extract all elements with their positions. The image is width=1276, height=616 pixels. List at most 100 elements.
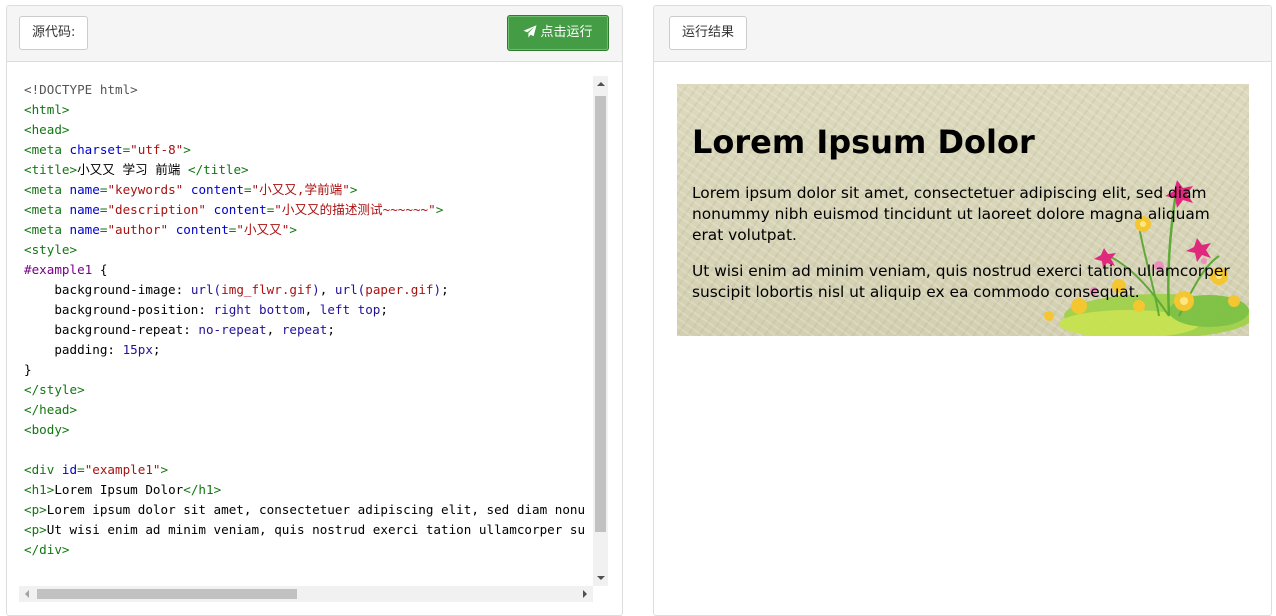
code-token-val: right bottom [213, 302, 305, 317]
code-token-prop: background-repeat: [24, 322, 199, 337]
code-token-tag: <p> [24, 502, 47, 517]
code-token-attr: name [69, 202, 100, 217]
example1-preview: Lorem Ipsum Dolor Lorem ipsum dolor sit … [677, 84, 1249, 336]
code-token-tag: <html> [24, 102, 70, 117]
code-line: <title>小又又 学习 前端 </title> [24, 160, 599, 180]
horizontal-scroll-thumb[interactable] [37, 589, 297, 599]
code-line: padding: 15px; [24, 340, 599, 360]
code-token-attr: id [61, 462, 78, 477]
code-text[interactable]: <!DOCTYPE html> <html> <head> <meta charset… [24, 80, 599, 580]
code-token-prop: , [266, 322, 282, 337]
code-token-txt: Ut wisi enim ad minim veniam, quis nostr… [46, 522, 586, 537]
code-token-tag: <div [24, 462, 62, 477]
source-code-label: 源代码: [19, 16, 89, 50]
code-token-str: "author" [107, 222, 169, 237]
code-token-val: ) [312, 282, 320, 297]
code-token-val: left top [319, 302, 381, 317]
code-token-tag [168, 222, 176, 237]
code-token-txt: Lorem ipsum dolor sit amet, consectetuer… [46, 502, 586, 517]
result-heading: Lorem Ipsum Dolor [692, 123, 1035, 161]
code-token-tag [206, 202, 214, 217]
code-token-tag: > [289, 222, 297, 237]
code-line: <div id="example1"> [24, 460, 599, 480]
code-token-prop: background-image: [24, 282, 191, 297]
code-token-tag: = [77, 462, 85, 477]
code-token-tag: </div> [24, 542, 70, 557]
code-token-tag: <meta [24, 182, 70, 197]
code-line: background-repeat: no-repeat, repeat; [24, 320, 599, 340]
code-token-tag: > [160, 462, 169, 477]
vertical-scroll-thumb[interactable] [595, 96, 606, 532]
code-token-tag: <title> [24, 162, 78, 177]
code-token-prop: , [319, 282, 335, 297]
code-line: #example1 { [24, 260, 599, 280]
scroll-right-arrow-icon[interactable] [583, 590, 587, 598]
code-token-val: url( [190, 282, 222, 297]
code-token-str: img_flwr.gif [221, 282, 313, 297]
code-token-tag: = [243, 182, 252, 197]
code-token-tag: <meta [24, 222, 70, 237]
code-line: <meta name="description" content="小又又的描述… [24, 200, 599, 220]
code-token-attr: content [175, 222, 229, 237]
code-line: background-image: url(img_flwr.gif), url… [24, 280, 599, 300]
code-line: </head> [24, 400, 599, 420]
code-token-attr: name [69, 182, 100, 197]
code-line: <meta name="keywords" content="小又又,学前端"> [24, 180, 599, 200]
code-editor[interactable]: <!DOCTYPE html> <html> <head> <meta charset… [19, 76, 608, 602]
vertical-scrollbar[interactable] [593, 76, 608, 586]
code-token-str: "小又又,学前端" [251, 182, 350, 197]
horizontal-scrollbar[interactable] [19, 586, 593, 602]
code-token-str: "小又又" [236, 222, 290, 237]
code-token-tag: <meta [24, 142, 70, 157]
code-line: <p>Lorem ipsum dolor sit amet, consectet… [24, 500, 599, 520]
code-token-sel: #example1 [24, 262, 93, 277]
code-token-prop: { [92, 262, 108, 277]
code-line: <!DOCTYPE html> [24, 80, 599, 100]
code-token-tag: <h1> [24, 482, 55, 497]
code-token-val: 15px [122, 342, 153, 357]
code-token-prop: ; [441, 282, 449, 297]
code-line: <meta charset="utf-8"> [24, 140, 599, 160]
run-button[interactable]: 点击运行 [507, 15, 609, 51]
source-code-header: 源代码: 点击运行 [7, 6, 622, 62]
code-token-attr: charset [69, 142, 123, 157]
code-token-tag: </h1> [183, 482, 222, 497]
result-paragraph-1: Lorem ipsum dolor sit amet, consectetuer… [692, 184, 1210, 244]
code-token-prop: , [304, 302, 320, 317]
code-token-meta: <!DOCTYPE html> [24, 82, 138, 97]
code-token-val: url( [334, 282, 366, 297]
code-token-txt: 小又又 学习 前端 [77, 162, 188, 177]
code-line: } [24, 360, 599, 380]
run-button-label: 点击运行 [540, 25, 593, 40]
code-token-prop: ; [380, 302, 388, 317]
code-token-tag: </style> [24, 382, 85, 397]
code-token-prop: ; [152, 342, 161, 357]
result-label: 运行结果 [669, 16, 748, 50]
code-token-str: "example1" [84, 462, 161, 477]
code-line: <body> [24, 420, 599, 440]
code-token-val: no-repeat [198, 322, 267, 337]
source-code-panel: 源代码: 点击运行 <!DOCTYPE html> <html> <head> <me… [6, 5, 623, 616]
code-token-attr: name [69, 222, 100, 237]
code-token-txt: Lorem Ipsum Dolor [54, 482, 184, 497]
code-token-tag: <p> [24, 522, 47, 537]
scroll-down-arrow-icon[interactable] [597, 576, 605, 580]
code-token-str: "description" [107, 202, 207, 217]
result-paragraph-2: Ut wisi enim ad minim veniam, quis nostr… [692, 262, 1230, 301]
code-line: <html> [24, 100, 599, 120]
scroll-up-arrow-icon[interactable] [597, 82, 605, 86]
scroll-left-arrow-icon[interactable] [25, 590, 29, 598]
code-token-str: paper.gif [365, 282, 434, 297]
code-line: <meta name="author" content="小又又"> [24, 220, 599, 240]
code-token-prop: ; [327, 322, 335, 337]
code-token-val: repeat [281, 322, 328, 337]
code-token-tag: > [349, 182, 358, 197]
code-line: <p>Ut wisi enim ad minim veniam, quis no… [24, 520, 599, 540]
code-token-str: "小又又的描述测试~~~~~~" [274, 202, 436, 217]
code-line: </style> [24, 380, 599, 400]
code-token-str: "utf-8" [130, 142, 184, 157]
code-token-tag [183, 182, 191, 197]
code-line: <h1>Lorem Ipsum Dolor</h1> [24, 480, 599, 500]
code-line: background-position: right bottom, left … [24, 300, 599, 320]
